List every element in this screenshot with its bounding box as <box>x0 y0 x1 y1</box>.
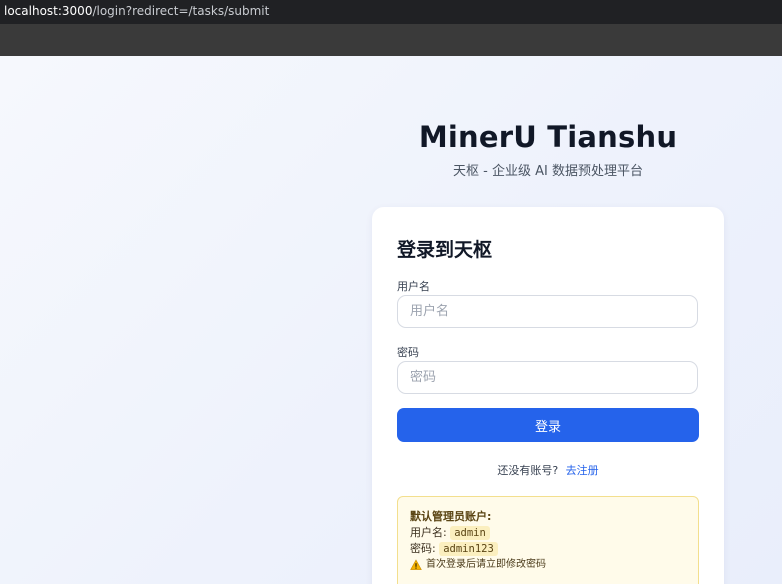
browser-toolbar <box>0 24 782 56</box>
notice-warning-text: 首次登录后请立即修改密码 <box>426 559 546 570</box>
url-host: localhost:3000 <box>4 4 93 18</box>
login-button[interactable]: 登录 <box>397 408 699 442</box>
notice-title: 默认管理员账户: <box>410 510 492 523</box>
url-path: /login?redirect=/tasks/submit <box>92 4 270 18</box>
brand-subtitle: 天枢 - 企业级 AI 数据预处理平台 <box>453 164 643 179</box>
notice-password-row: 密码: admin123 <box>410 541 698 557</box>
warning-triangle-icon <box>410 559 422 571</box>
notice-warning-row: 首次登录后请立即修改密码 <box>410 557 698 573</box>
notice-username-row: 用户名: admin <box>410 525 698 541</box>
register-link[interactable]: 去注册 <box>566 464 599 477</box>
default-admin-notice: 默认管理员账户: 用户名: admin 密码: admin123 首次登录后请立… <box>397 496 699 584</box>
register-prompt-row: 还没有账号? 去注册 <box>372 462 724 478</box>
password-label: 密码 <box>397 346 419 359</box>
notice-password-label: 密码: <box>410 542 436 555</box>
login-card-title: 登录到天枢 <box>397 239 493 261</box>
password-input[interactable] <box>397 361 698 394</box>
notice-password-value: admin123 <box>439 542 498 556</box>
brand-header: MinerU Tianshu 天枢 - 企业级 AI 数据预处理平台 <box>372 120 724 179</box>
login-card: 登录到天枢 用户名 密码 登录 还没有账号? 去注册 默认管理员账户: 用户名:… <box>372 207 724 584</box>
brand-title: MinerU Tianshu <box>418 120 678 154</box>
username-label: 用户名 <box>397 280 430 293</box>
login-page: MinerU Tianshu 天枢 - 企业级 AI 数据预处理平台 登录到天枢… <box>0 56 782 584</box>
notice-username-value: admin <box>450 526 490 540</box>
username-input[interactable] <box>397 295 698 328</box>
register-prompt-text: 还没有账号? <box>497 464 559 477</box>
address-bar[interactable]: localhost:3000/login?redirect=/tasks/sub… <box>0 0 782 24</box>
notice-username-label: 用户名: <box>410 526 447 539</box>
